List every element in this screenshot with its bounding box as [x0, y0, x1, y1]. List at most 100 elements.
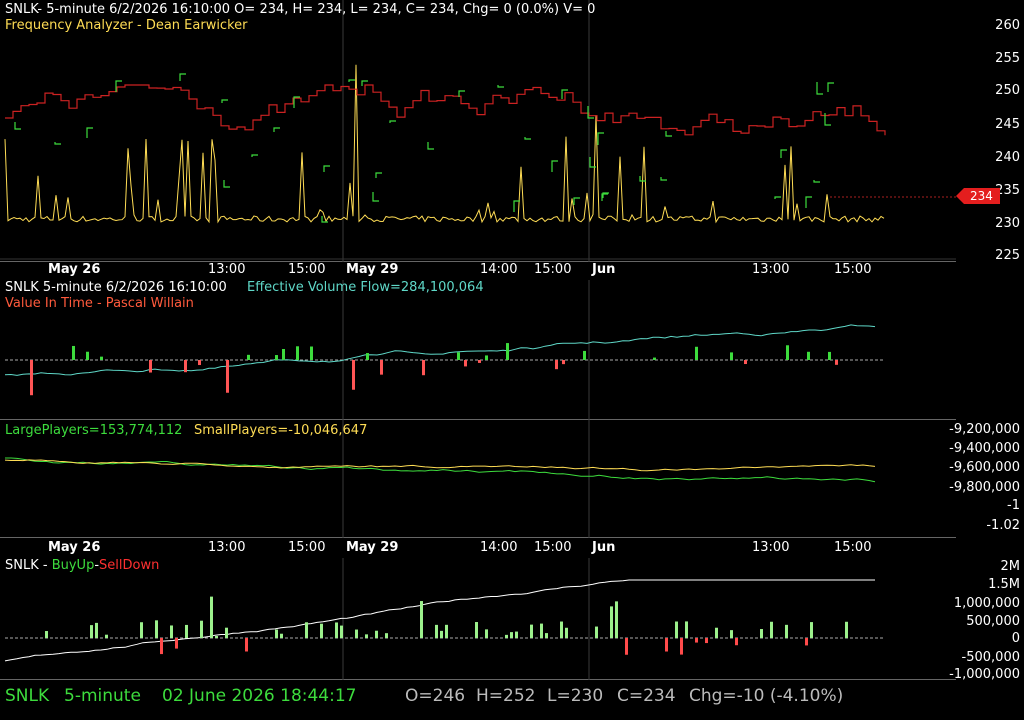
date-tick: 15:00 — [288, 540, 326, 555]
date-tick: 13:00 — [752, 262, 790, 277]
value-bar — [695, 346, 698, 360]
small-players-label: SmallPlayers=-10,046,647 — [194, 423, 368, 438]
value-bar — [149, 360, 152, 373]
large-players-label: LargePlayers=153,774,112 — [5, 423, 183, 438]
buyup-label: BuyUp — [51, 558, 95, 573]
footer-low: L=230 — [547, 686, 604, 706]
date-tick: 13:00 — [208, 262, 246, 277]
up-step-segment — [54, 142, 61, 145]
price-panel[interactable]: SNLK- 5-minute 6/2/2026 16:10:00 O= 234,… — [0, 0, 1024, 263]
up-step-segment — [827, 82, 834, 92]
value-bar — [583, 350, 586, 360]
date-tick: May 26 — [48, 262, 101, 277]
buysell-bar — [715, 627, 718, 638]
date-tick: 15:00 — [834, 540, 872, 555]
buyup-selldown-header: SNLK - BuyUp-SellDown — [5, 558, 159, 573]
value-bar — [730, 352, 733, 360]
buysell-bar — [320, 623, 323, 638]
buyup-tick: 1,000,000 — [953, 596, 1020, 611]
buysell-bar — [680, 638, 683, 655]
footer-change: Chg=-10 (-4.10%) — [689, 686, 844, 706]
buysell-bar — [160, 638, 163, 655]
value-bar — [828, 351, 831, 360]
volume-flow-panel[interactable]: SNLK 5-minute 6/2/2026 16:10:00 Effectiv… — [0, 280, 1024, 420]
players-axis: -9,200,000 -9,400,000 -9,600,000 -9,800,… — [949, 420, 1024, 538]
up-step-segment — [813, 180, 820, 183]
value-bar — [478, 360, 481, 363]
date-tick: Jun — [592, 262, 616, 277]
value-in-time-label: Value In Time - Pascal Willain — [5, 296, 194, 311]
frequency-line — [4, 64, 885, 224]
buysell-bar — [845, 621, 848, 638]
players-panel[interactable]: LargePlayers=153,774,112 SmallPlayers=-1… — [0, 420, 1024, 538]
players-tick: -9,400,000 — [949, 441, 1020, 456]
value-bar — [506, 343, 509, 360]
value-bar — [275, 355, 278, 360]
price-axis: 260 255 250 245 240 235 230 225 — [956, 0, 1024, 263]
buysell-bar — [200, 620, 203, 638]
buysell-bar — [225, 627, 228, 638]
date-tick: May 29 — [346, 540, 399, 555]
value-bar — [786, 345, 789, 360]
buysell-bar — [685, 621, 688, 638]
footer-symbol: SNLK — [5, 686, 50, 706]
value-bar — [72, 345, 75, 360]
date-tick: May 26 — [48, 540, 101, 555]
buysell-bar — [95, 622, 98, 638]
buysell-bar — [515, 631, 518, 638]
players-tick: -1 — [1007, 498, 1020, 513]
date-tick: 15:00 — [288, 262, 326, 277]
value-bar — [100, 356, 103, 360]
up-step-segment — [14, 122, 21, 130]
price-chart[interactable] — [0, 0, 956, 262]
up-step-segment — [524, 137, 531, 140]
buysell-bar — [45, 631, 48, 638]
buysell-bar — [275, 629, 278, 638]
buysell-bar — [760, 629, 763, 638]
date-tick: 13:00 — [752, 540, 790, 555]
value-bar — [380, 360, 383, 375]
up-step-segment — [597, 132, 604, 145]
last-price-label: 234 — [970, 189, 993, 203]
footer-interval: 5-minute — [64, 686, 141, 706]
up-step-segment — [551, 160, 558, 172]
buyup-selldown-panel[interactable]: SNLK - BuyUp-SellDown 2M 1.5M 1,000,000 … — [0, 558, 1024, 682]
up-step-segment — [223, 180, 230, 188]
date-tick: May 29 — [346, 262, 399, 277]
buysell-bar — [625, 638, 628, 655]
buyup-tick: -500,000 — [961, 650, 1020, 665]
buysell-bar — [485, 629, 488, 638]
buyup-selldown-chart[interactable] — [0, 558, 956, 680]
buysell-bar — [785, 624, 788, 638]
price-tick: 230 — [995, 216, 1020, 231]
buyup-tick: 500,000 — [966, 614, 1020, 629]
frequency-analyzer-label: Frequency Analyzer - Dean Earwicker — [5, 18, 248, 33]
buysell-bar — [140, 622, 143, 638]
up-step-segment — [780, 149, 787, 158]
date-axis-top: May 26 13:00 15:00 May 29 14:00 15:00 Ju… — [0, 262, 956, 280]
players-tick: -9,200,000 — [949, 422, 1020, 437]
buysell-bar — [215, 635, 218, 638]
up-step-segment — [816, 82, 823, 95]
buysell-bar — [510, 632, 513, 638]
buysell-bar — [475, 622, 478, 638]
buysell-bar — [540, 623, 543, 638]
price-tick: 250 — [995, 83, 1020, 98]
buysell-bar — [435, 624, 438, 638]
up-step-segment — [221, 99, 228, 103]
up-step-segment — [497, 85, 504, 88]
date-tick: 15:00 — [534, 540, 572, 555]
value-bar — [366, 353, 369, 360]
buysell-bar — [105, 634, 108, 638]
value-bar — [184, 360, 187, 373]
value-bar — [282, 349, 285, 360]
up-step-segment — [348, 79, 355, 82]
players-tick: -9,600,000 — [949, 460, 1020, 475]
date-axis-bottom: May 26 13:00 15:00 May 29 14:00 15:00 Ju… — [0, 540, 956, 558]
buysell-bar — [155, 620, 158, 638]
buysell-bar — [545, 633, 548, 638]
value-bar — [485, 355, 488, 360]
buysell-bar — [445, 624, 448, 638]
value-bar — [247, 354, 250, 360]
price-tick: 225 — [995, 248, 1020, 263]
